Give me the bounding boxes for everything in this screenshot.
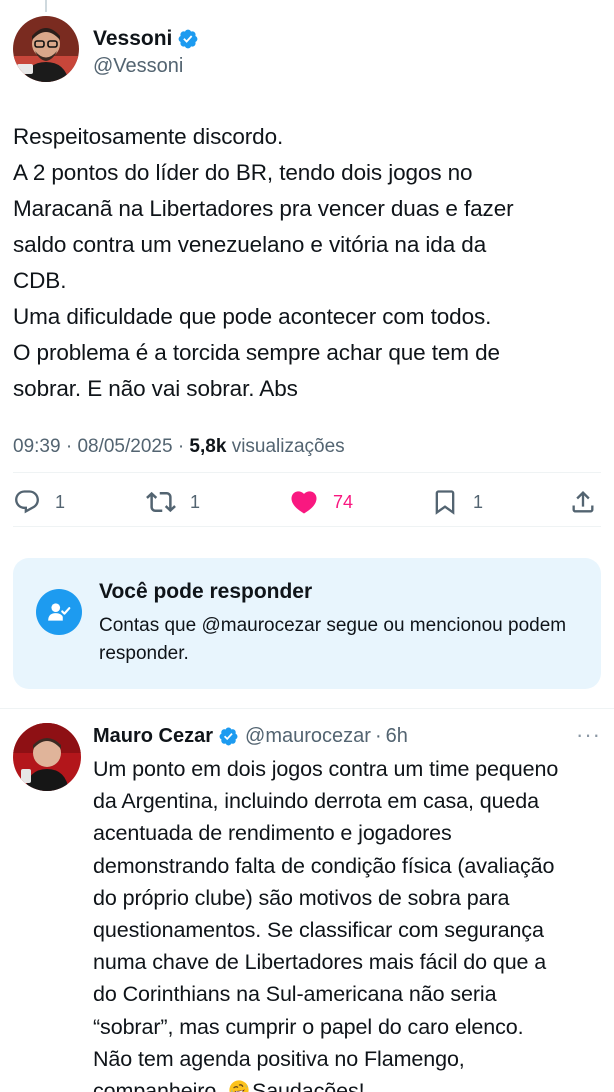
- thread-connector: [45, 0, 47, 12]
- reply-icon: [15, 490, 39, 514]
- reply-text-line: do próprio clube) são motivos de sobra p…: [93, 885, 510, 910]
- tweet-text-line: O problema é a torcida sempre achar que …: [13, 340, 500, 365]
- verified-badge-icon: [178, 29, 198, 48]
- reply-button[interactable]: 1: [13, 482, 65, 522]
- tweet-text-line: CDB.: [13, 268, 67, 293]
- tweet-date[interactable]: 08/05/2025: [77, 436, 172, 457]
- reply-text-line: do Corinthians na Sul-americana não seri…: [93, 982, 497, 1007]
- reply-text-line: Um ponto em dois jogos contra um time pe…: [93, 757, 559, 781]
- reply-author-avatar[interactable]: [13, 723, 81, 791]
- bookmark-count: 1: [473, 491, 484, 512]
- author-handle[interactable]: @Vessoni: [93, 55, 199, 78]
- meta-separator: ·: [65, 436, 73, 457]
- repost-button[interactable]: 1: [146, 482, 200, 522]
- tweet-meta: 09:39 · 08/05/2025 · 5,8k visualizações: [13, 436, 345, 458]
- reply-text-fragment: Saudações!: [251, 1079, 365, 1092]
- reply-header: Mauro Cezar @maurocezar · 6h: [93, 720, 408, 752]
- verified-badge-icon: [219, 727, 238, 745]
- tweet-text-line: sobrar. E não vai sobrar. Abs: [13, 376, 298, 401]
- tweet-action-bar: 1 1 74 1: [13, 482, 601, 522]
- tweet-text-line: A 2 pontos do líder do BR, tendo dois jo…: [13, 160, 473, 185]
- reply-text-line: “sobrar”, mas cumprir o papel do caro el…: [93, 1014, 524, 1039]
- tweet-text-line: Respeitosamente discordo.: [13, 124, 284, 149]
- reply-text-line: acentuada de rendimento e jogadores: [93, 821, 452, 846]
- reply-author-display-name[interactable]: Mauro Cezar: [93, 725, 213, 748]
- reply-permission-notice: Você pode responder Contas que @maurocez…: [13, 558, 601, 689]
- author-avatar[interactable]: [13, 16, 79, 82]
- like-button[interactable]: 74: [289, 482, 353, 522]
- tweet-text-line: Maracanã na Libertadores pra vencer duas…: [13, 196, 514, 221]
- meta-separator: ·: [177, 436, 185, 457]
- section-separator: [0, 708, 614, 709]
- reply-permission-title: Você pode responder: [99, 580, 313, 603]
- bookmark-button[interactable]: 1: [431, 482, 483, 522]
- bookmark-icon: [435, 490, 455, 515]
- share-icon: [572, 491, 594, 513]
- repost-icon: [146, 491, 176, 513]
- reply-text-line: demonstrando falta de condição física (a…: [93, 853, 555, 878]
- person-check-icon: [36, 589, 82, 635]
- tweet-text: Respeitosamente discordo. A 2 pontos do …: [13, 119, 603, 407]
- author-display-name[interactable]: Vessoni: [93, 27, 172, 51]
- views-count: 5,8k: [189, 436, 227, 457]
- repost-count: 1: [190, 491, 201, 512]
- tweet-author[interactable]: Vessoni @Vessoni: [13, 16, 199, 82]
- tweet-text-line: Uma dificuldade que pode acontecer com t…: [13, 304, 492, 329]
- reply-author-handle[interactable]: @maurocezar: [245, 725, 371, 748]
- tweet-time[interactable]: 09:39: [13, 436, 61, 457]
- reply-time[interactable]: 6h: [386, 725, 408, 748]
- reply-text-line: questionamentos. Se classificar com segu…: [93, 918, 544, 943]
- divider: [13, 526, 601, 527]
- reply-count: 1: [55, 491, 66, 512]
- more-options-button[interactable]: ···: [576, 722, 601, 748]
- reply-permission-description: Contas que @maurocezar segue ou menciono…: [99, 615, 567, 664]
- reply-text: Um ponto em dois jogos contra um time pe…: [93, 753, 608, 1092]
- rolling-laughing-emoji: [229, 1080, 249, 1092]
- tweet-text-line: saldo contra um venezuelano e vitória na…: [13, 232, 487, 257]
- meta-separator: ·: [374, 724, 382, 747]
- heart-icon: [291, 491, 317, 514]
- like-count: 74: [333, 491, 354, 512]
- share-button[interactable]: [569, 482, 597, 522]
- divider: [13, 472, 601, 473]
- reply-text-line: companheiro. Saudações!: [93, 1075, 608, 1092]
- reply-text-line: Não tem agenda positiva no Flamengo,: [93, 1046, 465, 1071]
- views-label: visualizações: [231, 436, 345, 457]
- reply-text-fragment: companheiro.: [93, 1079, 228, 1092]
- reply-text-line: numa chave de Libertadores mais fácil do…: [93, 950, 547, 975]
- reply-text-line: da Argentina, incluindo derrota em casa,…: [93, 789, 540, 814]
